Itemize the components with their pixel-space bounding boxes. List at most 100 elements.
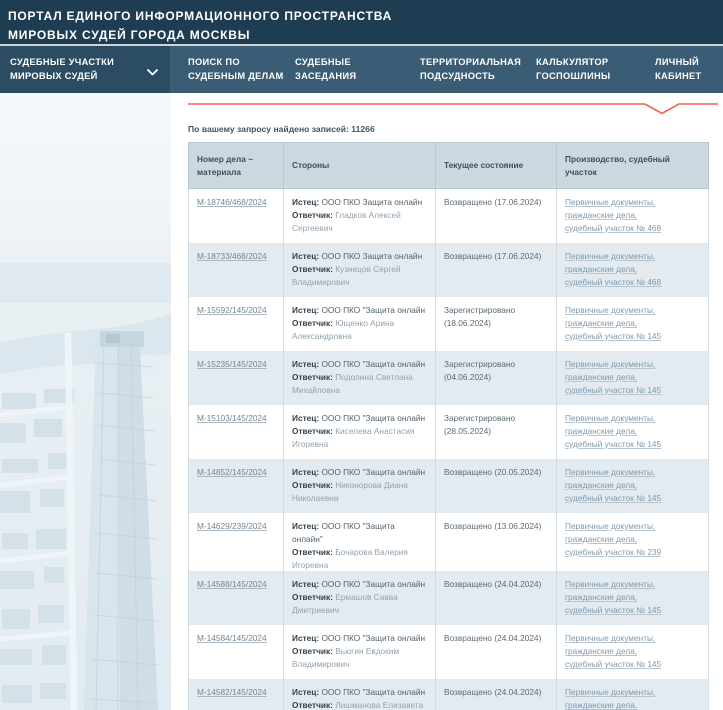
chevron-down-icon — [147, 67, 158, 74]
plaintiff-label: Истец: — [292, 413, 321, 423]
production-court-section-link[interactable]: Первичные документы, гражданские дела, с… — [565, 466, 661, 505]
plaintiff-name: ООО ПКО "Защита онлайн — [321, 359, 425, 369]
page-title: ПОРТАЛ ЕДИНОГО ИНФОРМАЦИОННОГО ПРОСТРАНС… — [0, 0, 723, 44]
nav-item-case-search-label: ПОИСК ПО СУДЕБНЫМ ДЕЛАМ — [188, 56, 286, 84]
background-city-image — [0, 93, 171, 710]
defendant-label: Ответчик: — [292, 480, 335, 490]
plaintiff-label: Истец: — [292, 359, 321, 369]
plaintiff-name: ООО ПКО "Защита онлайн — [321, 305, 425, 315]
site-header: ПОРТАЛ ЕДИНОГО ИНФОРМАЦИОННОГО ПРОСТРАНС… — [0, 0, 723, 44]
plaintiff-label: Истец: — [292, 633, 321, 643]
plaintiff-label: Истец: — [292, 305, 321, 315]
case-status: Возвращено (20.05.2024) — [444, 467, 541, 477]
nav-item-fee-calculator-label: КАЛЬКУЛЯТОР ГОСПОШЛИНЫ — [536, 56, 628, 84]
case-status: Зарегистрировано (28.05.2024) — [444, 413, 515, 436]
plaintiff-name: ООО ПКО "Защита онлайн — [321, 579, 425, 589]
table-row: М-14582/145/2024 Истец: ООО ПКО "Защита о… — [189, 679, 709, 710]
column-header-case-number: Номер дела ~ материала — [189, 143, 284, 189]
production-court-section-link[interactable]: Первичные документы, гражданские дела, с… — [565, 358, 661, 397]
production-court-section-link[interactable]: Первичные документы, гражданские дела, с… — [565, 686, 661, 710]
plaintiff-name: ООО ПКО Защита онлайн — [321, 197, 422, 207]
nav-item-court-districts[interactable]: СУДЕБНЫЕ УЧАСТКИ МИРОВЫХ СУДЕЙ — [0, 46, 170, 93]
table-row: М-14629/239/2024Истец: ООО ПКО "Защита о… — [189, 513, 709, 571]
plaintiff-label: Истец: — [292, 197, 321, 207]
nav-item-hearings-label: СУДЕБНЫЕ ЗАСЕДАНИЯ — [295, 56, 373, 84]
table-row: М-14584/145/2024 Истец: ООО ПКО "Защита о… — [189, 625, 709, 679]
defendant-label: Ответчик: — [292, 210, 335, 220]
case-status: Возвращено (17.06.2024) — [444, 197, 541, 207]
case-status: Возвращено (24.04.2024) — [444, 687, 541, 697]
plaintiff-name: ООО ПКО "Защита онлайн — [321, 413, 425, 423]
defendant-label: Ответчик: — [292, 372, 335, 382]
nav-item-territorial-jurisdiction[interactable]: ТЕРРИТОРИАЛЬНАЯ ПОДСУДНОСТЬ — [420, 46, 532, 93]
case-status: Зарегистрировано (18.06.2024) — [444, 305, 515, 328]
page: ПОРТАЛ ЕДИНОГО ИНФОРМАЦИОННОГО ПРОСТРАНС… — [0, 0, 723, 710]
results-count-value: 11266 — [351, 124, 374, 134]
results-table-body: М-18746/468/2024 Истец: ООО ПКО Защита он… — [189, 189, 709, 710]
case-status: Возвращено (13.06.2024) — [444, 521, 541, 531]
plaintiff-label: Истец: — [292, 521, 321, 531]
table-row: М-18746/468/2024 Истец: ООО ПКО Защита он… — [189, 189, 709, 244]
case-status: Возвращено (17.06.2024) — [444, 251, 541, 261]
plaintiff-label: Истец: — [292, 467, 321, 477]
defendant-label: Ответчик: — [292, 318, 335, 328]
nav-item-personal-account[interactable]: ЛИЧНЫЙ КАБИНЕТ — [655, 46, 713, 93]
production-court-section-link[interactable]: Первичные документы, гражданские дела, с… — [565, 578, 661, 617]
case-number-link[interactable]: М-15235/145/2024 — [197, 359, 267, 369]
case-number-link[interactable]: М-14852/145/2024 — [197, 467, 267, 477]
table-row: М-14588/145/2024 Истец: ООО ПКО "Защита о… — [189, 571, 709, 625]
case-number-link[interactable]: М-14584/145/2024 — [197, 633, 267, 643]
plaintiff-label: Истец: — [292, 579, 321, 589]
production-court-section-link[interactable]: Первичные документы, гражданские дела, с… — [565, 304, 661, 343]
defendant-label: Ответчик: — [292, 426, 335, 436]
nav-item-hearings[interactable]: СУДЕБНЫЕ ЗАСЕДАНИЯ — [295, 46, 373, 93]
case-number-link[interactable]: М-14582/145/2024 — [197, 687, 267, 697]
defendant-label: Ответчик: — [292, 646, 335, 656]
plaintiff-label: Истец: — [292, 251, 321, 261]
defendant-label: Ответчик: — [292, 547, 335, 557]
plaintiff-label: Истец: — [292, 687, 321, 697]
city-aerial-illustration — [0, 93, 171, 710]
production-court-section-link[interactable]: Первичные документы, гражданские дела, с… — [565, 632, 661, 671]
search-results-section: По вашему запросу найдено записей: 11266… — [188, 93, 710, 710]
cases-table: Номер дела ~ материала Стороны Текущее с… — [188, 142, 709, 710]
table-row: М-15235/145/2024 Истец: ООО ПКО "Защита о… — [189, 351, 709, 405]
plaintiff-name: ООО ПКО Защита онлайн — [321, 251, 422, 261]
plaintiff-name: ООО ПКО "Защита онлайн — [321, 633, 425, 643]
table-row: М-14852/145/2024 Истец: ООО ПКО "Защита о… — [189, 459, 709, 513]
main-nav: СУДЕБНЫЕ УЧАСТКИ МИРОВЫХ СУДЕЙ ПОИСК ПО … — [0, 44, 723, 93]
table-row: М-18733/468/2024 Истец: ООО ПКО Защита он… — [189, 243, 709, 297]
case-number-link[interactable]: М-18733/468/2024 — [197, 251, 267, 261]
table-header-row: Номер дела ~ материала Стороны Текущее с… — [189, 143, 709, 189]
nav-item-case-search[interactable]: ПОИСК ПО СУДЕБНЫМ ДЕЛАМ — [188, 46, 286, 93]
defendant-label: Ответчик: — [292, 264, 335, 274]
table-row: М-15103/145/2024 Истец: ООО ПКО "Защита о… — [189, 405, 709, 459]
case-number-link[interactable]: М-14588/145/2024 — [197, 579, 267, 589]
case-status: Возвращено (24.04.2024) — [444, 579, 541, 589]
production-court-section-link[interactable]: Первичные документы, гражданские дела, с… — [565, 196, 661, 235]
active-tab-indicator-line — [188, 102, 718, 117]
case-number-link[interactable]: М-18746/468/2024 — [197, 197, 267, 207]
case-number-link[interactable]: М-15592/145/2024 — [197, 305, 267, 315]
case-status: Зарегистрировано (04.06.2024) — [444, 359, 515, 382]
page-title-line2: МИРОВЫХ СУДЕЙ ГОРОДА МОСКВЫ — [8, 26, 723, 45]
production-court-section-link[interactable]: Первичные документы, гражданские дела, с… — [565, 520, 661, 559]
column-header-parties: Стороны — [284, 143, 436, 189]
table-row: М-15592/145/2024 Истец: ООО ПКО "Защита о… — [189, 297, 709, 351]
defendant-label: Ответчик: — [292, 592, 335, 602]
page-title-line1: ПОРТАЛ ЕДИНОГО ИНФОРМАЦИОННОГО ПРОСТРАНС… — [8, 7, 723, 26]
case-status: Возвращено (24.04.2024) — [444, 633, 541, 643]
nav-item-fee-calculator[interactable]: КАЛЬКУЛЯТОР ГОСПОШЛИНЫ — [536, 46, 628, 93]
column-header-current-status: Текущее состояние — [436, 143, 557, 189]
plaintiff-name: ООО ПКО "Защита онлайн — [321, 467, 425, 477]
column-header-production: Производство, судебный участок — [557, 143, 709, 189]
defendant-label: Ответчик: — [292, 700, 335, 710]
nav-item-court-districts-label: СУДЕБНЫЕ УЧАСТКИ МИРОВЫХ СУДЕЙ — [10, 56, 142, 84]
results-count-line: По вашему запросу найдено записей: 11266 — [188, 124, 710, 134]
case-number-link[interactable]: М-15103/145/2024 — [197, 413, 267, 423]
case-number-link[interactable]: М-14629/239/2024 — [197, 521, 267, 531]
nav-item-territorial-jurisdiction-label: ТЕРРИТОРИАЛЬНАЯ ПОДСУДНОСТЬ — [420, 56, 532, 84]
production-court-section-link[interactable]: Первичные документы, гражданские дела, с… — [565, 250, 661, 289]
plaintiff-name: ООО ПКО "Защита онлайн — [321, 687, 425, 697]
production-court-section-link[interactable]: Первичные документы, гражданские дела, с… — [565, 412, 661, 451]
